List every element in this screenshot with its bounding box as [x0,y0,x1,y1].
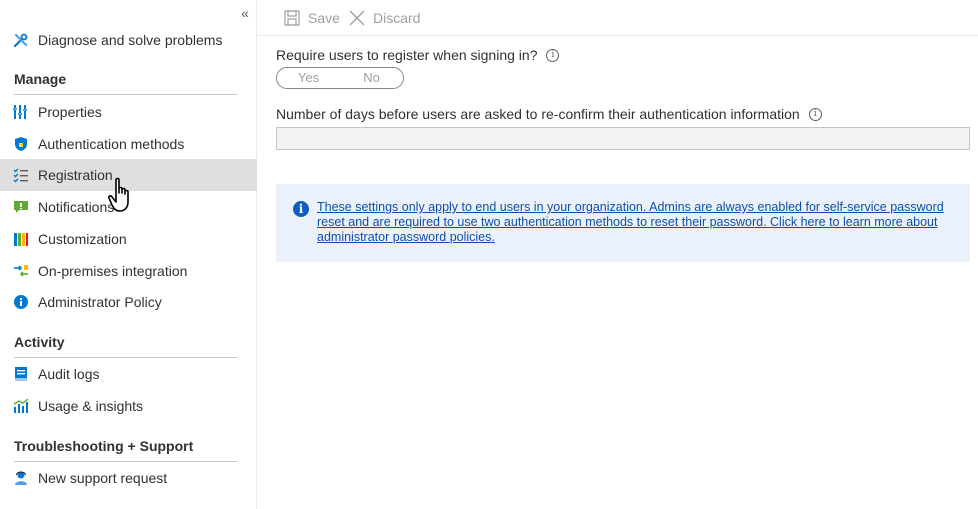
sidebar-item-diagnose[interactable]: Diagnose and solve problems [0,24,257,56]
sidebar-item-label: Administrator Policy [38,294,162,310]
sidebar-item-label: Properties [38,104,102,120]
reconfirm-days-label: Number of days before users are asked to… [276,105,822,123]
insights-icon [13,398,29,414]
info-tooltip-icon[interactable]: i [808,107,822,121]
sidebar: « Diagnose and solve problems Manage Pro… [0,0,257,509]
section-header-troubleshooting: Troubleshooting + Support [14,438,194,454]
sidebar-item-label: Customization [38,231,127,247]
sidebar-item-audit-logs[interactable]: Audit logs [0,358,257,390]
discard-button[interactable]: Discard [349,6,420,30]
sidebar-item-customization[interactable]: Customization [0,223,257,255]
save-label: Save [308,10,340,26]
section-header-manage: Manage [14,71,67,87]
sidebar-item-label: New support request [38,470,168,486]
info-banner: i These settings only apply to end users… [276,184,970,262]
require-register-text: Require users to register when signing i… [276,47,538,63]
section-header-activity: Activity [14,334,65,350]
properties-icon [13,104,29,120]
sidebar-item-new-support-request[interactable]: New support request [0,462,257,494]
sidebar-item-usage-insights[interactable]: Usage & insights [0,390,257,422]
sidebar-item-authentication-methods[interactable]: Authentication methods [0,128,257,160]
audit-log-icon [13,366,29,382]
sidebar-item-label: Notifications [38,199,115,215]
wrench-icon [13,32,29,48]
sidebar-item-label: Audit logs [38,366,100,382]
sidebar-item-label: On-premises integration [38,263,188,279]
sidebar-item-properties[interactable]: Properties [0,96,257,128]
divider [14,94,237,95]
info-icon [13,294,29,310]
reconfirm-days-text: Number of days before users are asked to… [276,106,800,122]
info-icon: i [293,201,309,217]
sidebar-item-label: Diagnose and solve problems [38,32,223,48]
integration-icon [13,263,29,279]
customization-icon [13,231,29,247]
sidebar-item-notifications[interactable]: Notifications [0,191,257,223]
toggle-yes[interactable]: Yes [277,68,340,88]
sidebar-item-on-premises-integration[interactable]: On-premises integration [0,255,257,287]
notification-icon [13,199,29,215]
save-button[interactable]: Save [284,6,340,30]
sidebar-item-registration[interactable]: Registration [0,159,257,191]
command-bar: Save Discard [257,0,978,36]
collapse-sidebar-button[interactable]: « [238,4,252,22]
close-icon [349,10,365,26]
require-register-toggle[interactable]: Yes No [276,67,404,89]
sidebar-item-label: Registration [38,167,113,183]
sidebar-item-label: Authentication methods [38,136,185,152]
require-register-label: Require users to register when signing i… [276,46,560,64]
info-banner-link[interactable]: These settings only apply to end users i… [317,200,962,245]
toggle-no[interactable]: No [340,68,403,88]
discard-label: Discard [373,10,421,26]
reconfirm-days-input[interactable] [276,127,970,150]
checklist-icon [13,167,29,183]
save-icon [284,10,300,26]
info-tooltip-icon[interactable]: i [546,48,560,62]
shield-icon [13,136,29,152]
app-root: « Diagnose and solve problems Manage Pro… [0,0,978,509]
sidebar-item-administrator-policy[interactable]: Administrator Policy [0,286,257,318]
sidebar-item-label: Usage & insights [38,398,144,414]
support-person-icon [13,470,29,486]
